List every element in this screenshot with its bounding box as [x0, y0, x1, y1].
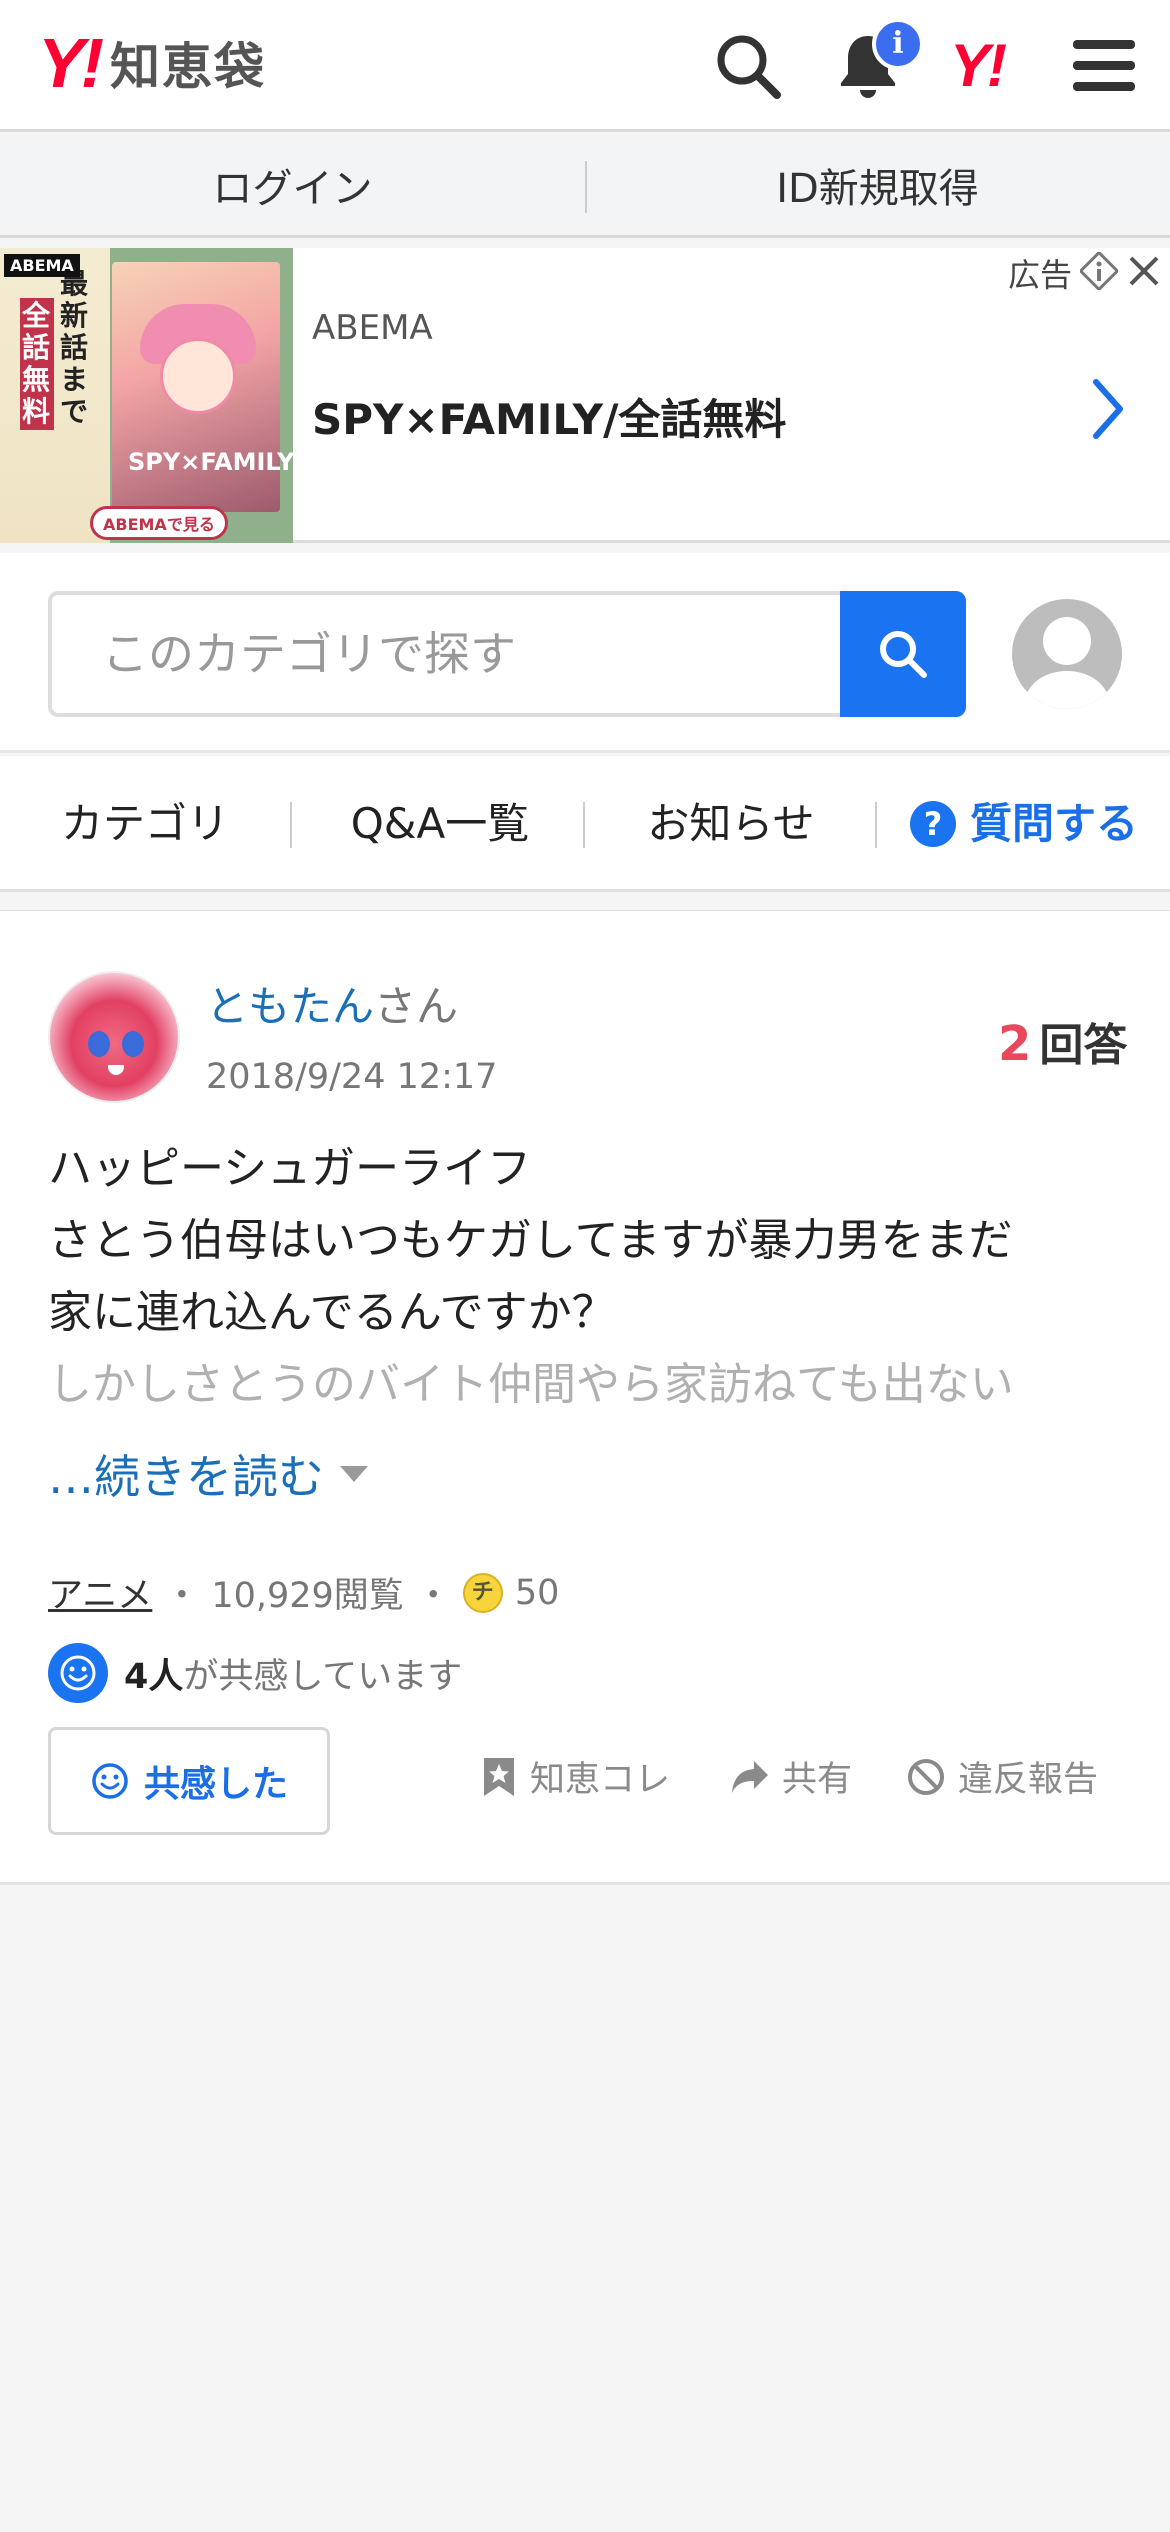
app-header: Y! 知恵袋 i Y! [0, 0, 1170, 132]
yahoo-logo-mark: Y! [38, 24, 104, 102]
login-bar: ログイン ID新規取得 [0, 135, 1170, 238]
question-meta: アニメ ・ 10,929閲覧 ・ チ 50 [48, 1567, 559, 1618]
tab-news[interactable]: お知らせ [594, 756, 868, 892]
answer-count-label: 回答 [1039, 1020, 1128, 1071]
chiebukuro-logo[interactable]: Y! 知恵袋 [38, 24, 266, 102]
coin-icon: チ [462, 1572, 503, 1613]
meta-separator: ・ [164, 1576, 200, 1616]
questioner-name[interactable]: ともたんさん [206, 973, 458, 1034]
answer-count[interactable]: 2 回答 [998, 1009, 1127, 1073]
view-count: 10,929閲覧 [211, 1576, 404, 1616]
search-input[interactable]: このカテゴリで探す [48, 591, 843, 717]
empathy-button[interactable]: 共感した [48, 1727, 330, 1835]
empathy-button-label: 共感した [143, 1764, 288, 1805]
search-button[interactable] [840, 591, 966, 717]
login-button[interactable]: ログイン [0, 156, 585, 214]
report-label: 違反報告 [958, 1760, 1099, 1800]
nav-divider [875, 802, 877, 848]
meta-separator: ・ [415, 1576, 451, 1616]
nav-divider [583, 802, 585, 848]
login-bar-divider [585, 161, 587, 213]
notification-badge: i [872, 18, 924, 70]
category-link[interactable]: アニメ [48, 1567, 152, 1618]
ad-image-tag: ABEMA [4, 254, 80, 277]
question-body: ハッピーシュガーライフ さとう伯母はいつもケガしてますが暴力男をまだ 家に連れ込… [48, 1133, 1128, 1421]
prohibit-icon [908, 1758, 944, 1795]
ad-poster-character-face [160, 338, 236, 414]
user-avatar-icon[interactable] [1012, 599, 1122, 709]
tab-qa-list[interactable]: Q&A一覧 [300, 756, 580, 892]
coin-amount: 50 [514, 1572, 560, 1613]
empathy-text: が共感しています [183, 1656, 463, 1697]
question-date: 2018/9/24 12:17 [206, 1057, 498, 1097]
ad-image-highlight-text: 全話無料 [20, 298, 54, 430]
question-line-faded: しかしさとうのバイト仲間やら家訪ねても出ない [48, 1359, 1014, 1410]
empathy-count: 4人 [124, 1656, 184, 1697]
bookmark-label: 知恵コレ [530, 1760, 671, 1800]
search-button-icon [880, 631, 927, 678]
tab-category[interactable]: カテゴリ [20, 756, 270, 892]
avatar-eye [88, 1031, 110, 1057]
answer-count-number: 2 [998, 1016, 1032, 1072]
search-icon[interactable] [712, 30, 784, 102]
avatar-eye [122, 1031, 144, 1057]
share-arrow-icon [732, 1760, 768, 1793]
user-name[interactable]: ともたん [206, 982, 374, 1031]
logo-text: 知恵袋 [110, 38, 266, 96]
question-card: ともたんさん 2018/9/24 12:17 2 回答 ハッピーシュガーライフ さ… [0, 910, 1170, 1885]
nav-divider [290, 802, 292, 848]
ad-poster-title: SPY×FAMILY [128, 448, 293, 476]
ad-watch-button: ABEMAで見る [90, 506, 228, 540]
ad-image-main-text: 最新話まで [60, 267, 89, 428]
share-button[interactable]: 共有 [730, 1751, 852, 1802]
avatar-mouth [108, 1065, 124, 1075]
ad-image[interactable]: 全話無料 最新話まで ABEMA SPY×FAMILY ABEMAで見る [0, 248, 293, 543]
ad-label: 広告 [1008, 256, 1073, 294]
question-line: ハッピーシュガーライフ [48, 1143, 532, 1194]
empathy-summary: 4人が共感しています [48, 1643, 462, 1703]
ad-sponsor: ABEMA [312, 308, 433, 348]
category-nav: カテゴリ Q&A一覧 お知らせ ? 質問する [0, 756, 1170, 892]
bookmark-star-icon [484, 1757, 514, 1796]
read-more-link[interactable]: …続きを読む [48, 1441, 368, 1507]
bookmark-button[interactable]: 知恵コレ [480, 1751, 670, 1802]
user-suffix: さん [374, 982, 459, 1031]
questioner-avatar[interactable] [48, 971, 180, 1103]
read-more-label: …続きを読む [48, 1450, 324, 1504]
ad-banner[interactable]: 全話無料 最新話まで ABEMA SPY×FAMILY ABEMAで見る ABE… [0, 248, 1170, 543]
register-button[interactable]: ID新規取得 [585, 156, 1170, 214]
ad-title[interactable]: SPY×FAMILY/全話無料 [312, 386, 786, 447]
search-section: このカテゴリで探す [0, 553, 1170, 753]
smile-outline-icon [92, 1763, 128, 1799]
question-line: 家に連れ込んでるんですか？ [48, 1287, 616, 1338]
ad-chevron-right-icon[interactable] [1090, 378, 1126, 444]
ad-info-icon[interactable] [1078, 250, 1120, 292]
smile-icon [48, 1643, 108, 1703]
ad-close-icon[interactable] [1125, 252, 1163, 290]
question-mark-icon: ? [910, 801, 956, 847]
share-label: 共有 [782, 1760, 853, 1800]
caret-down-icon [340, 1466, 368, 1482]
yahoo-top-link[interactable]: Y! [950, 36, 1007, 96]
report-button[interactable]: 違反報告 [906, 1751, 1098, 1802]
question-line: さとう伯母はいつもケガしてますが暴力男をまだ [48, 1215, 1013, 1266]
menu-icon[interactable] [1068, 30, 1140, 102]
ask-question-label: 質問する [970, 799, 1139, 848]
ask-question-button[interactable]: ? 質問する [910, 756, 1160, 892]
